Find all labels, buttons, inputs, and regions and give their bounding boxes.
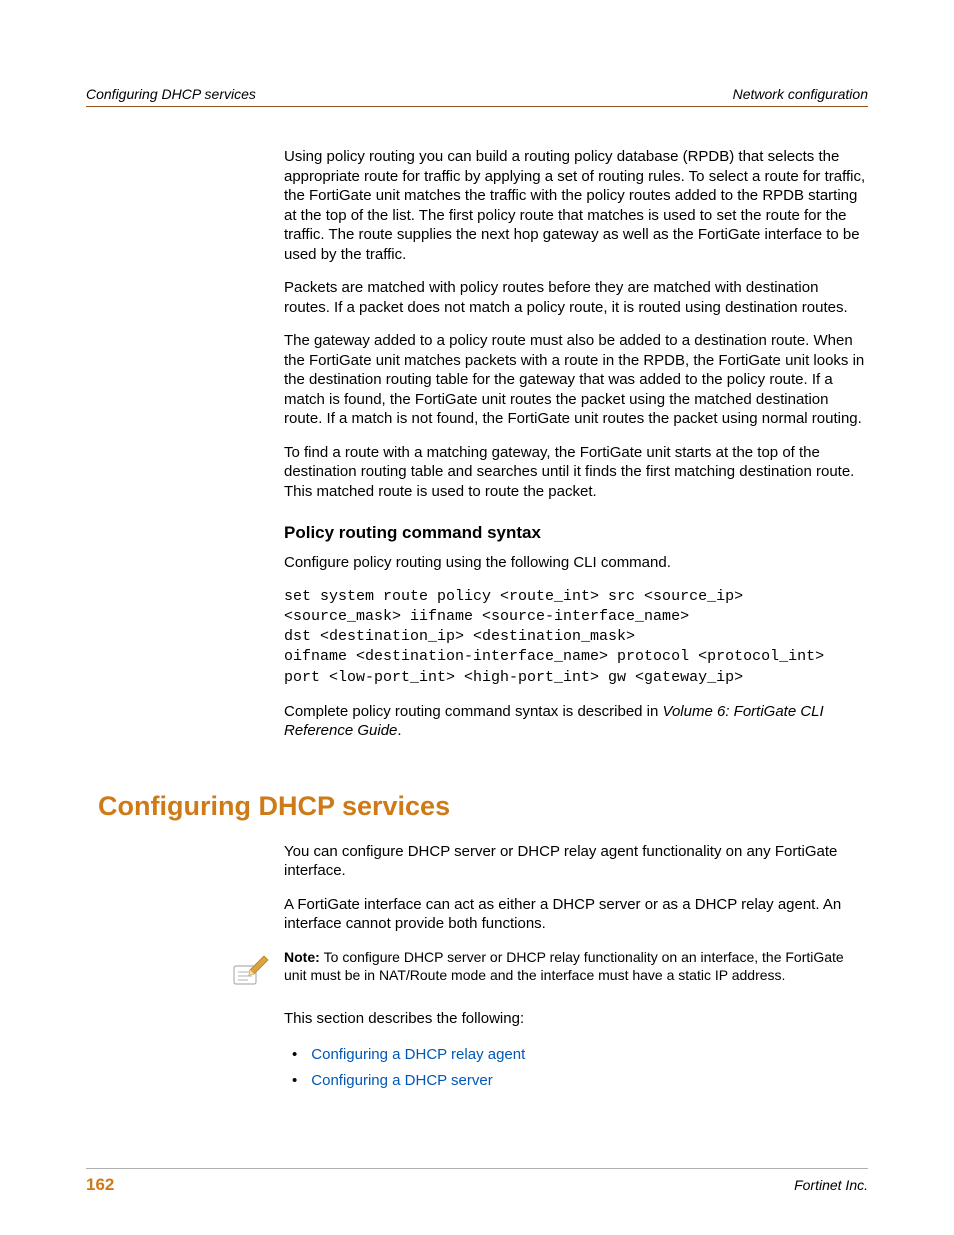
bullet-marker: •: [292, 1072, 297, 1089]
note-text: Note: To configure DHCP server or DHCP r…: [284, 948, 868, 984]
paragraph: A FortiGate interface can act as either …: [284, 895, 868, 934]
link-configuring-dhcp-server[interactable]: Configuring a DHCP server: [311, 1072, 492, 1089]
note-body: To configure DHCP server or DHCP relay f…: [284, 949, 844, 983]
body-column: Using policy routing you can build a rou…: [284, 147, 868, 741]
paragraph: Complete policy routing command syntax i…: [284, 702, 868, 741]
header-left: Configuring DHCP services: [86, 86, 256, 102]
paragraph: To find a route with a matching gateway,…: [284, 443, 868, 502]
paragraph: This section describes the following:: [284, 1009, 868, 1029]
running-header: Configuring DHCP services Network config…: [86, 86, 868, 107]
note-block: Note: To configure DHCP server or DHCP r…: [230, 948, 868, 995]
page: Configuring DHCP services Network config…: [0, 0, 954, 1235]
note-pencil-icon: [230, 950, 270, 995]
bullet-marker: •: [292, 1046, 297, 1063]
cli-code-block: set system route policy <route_int> src …: [284, 587, 868, 688]
text-run: .: [397, 722, 401, 739]
link-configuring-dhcp-relay-agent[interactable]: Configuring a DHCP relay agent: [311, 1046, 525, 1063]
paragraph: Packets are matched with policy routes b…: [284, 278, 868, 317]
body-column: You can configure DHCP server or DHCP re…: [284, 842, 868, 1094]
list-item: • Configuring a DHCP server: [292, 1068, 868, 1094]
paragraph: Using policy routing you can build a rou…: [284, 147, 868, 264]
note-label: Note:: [284, 949, 324, 965]
paragraph: Configure policy routing using the follo…: [284, 553, 868, 573]
list-item: • Configuring a DHCP relay agent: [292, 1042, 868, 1068]
bullet-list: • Configuring a DHCP relay agent • Configu…: [292, 1042, 868, 1093]
paragraph: The gateway added to a policy route must…: [284, 331, 868, 429]
footer-company: Fortinet Inc.: [794, 1177, 868, 1193]
running-footer: 162 Fortinet Inc.: [86, 1168, 868, 1195]
section-heading-configuring-dhcp-services: Configuring DHCP services: [98, 791, 868, 822]
page-number: 162: [86, 1175, 114, 1195]
text-run: Complete policy routing command syntax i…: [284, 703, 663, 720]
subheading-policy-routing-syntax: Policy routing command syntax: [284, 523, 868, 543]
paragraph: You can configure DHCP server or DHCP re…: [284, 842, 868, 881]
header-right: Network configuration: [733, 86, 868, 102]
